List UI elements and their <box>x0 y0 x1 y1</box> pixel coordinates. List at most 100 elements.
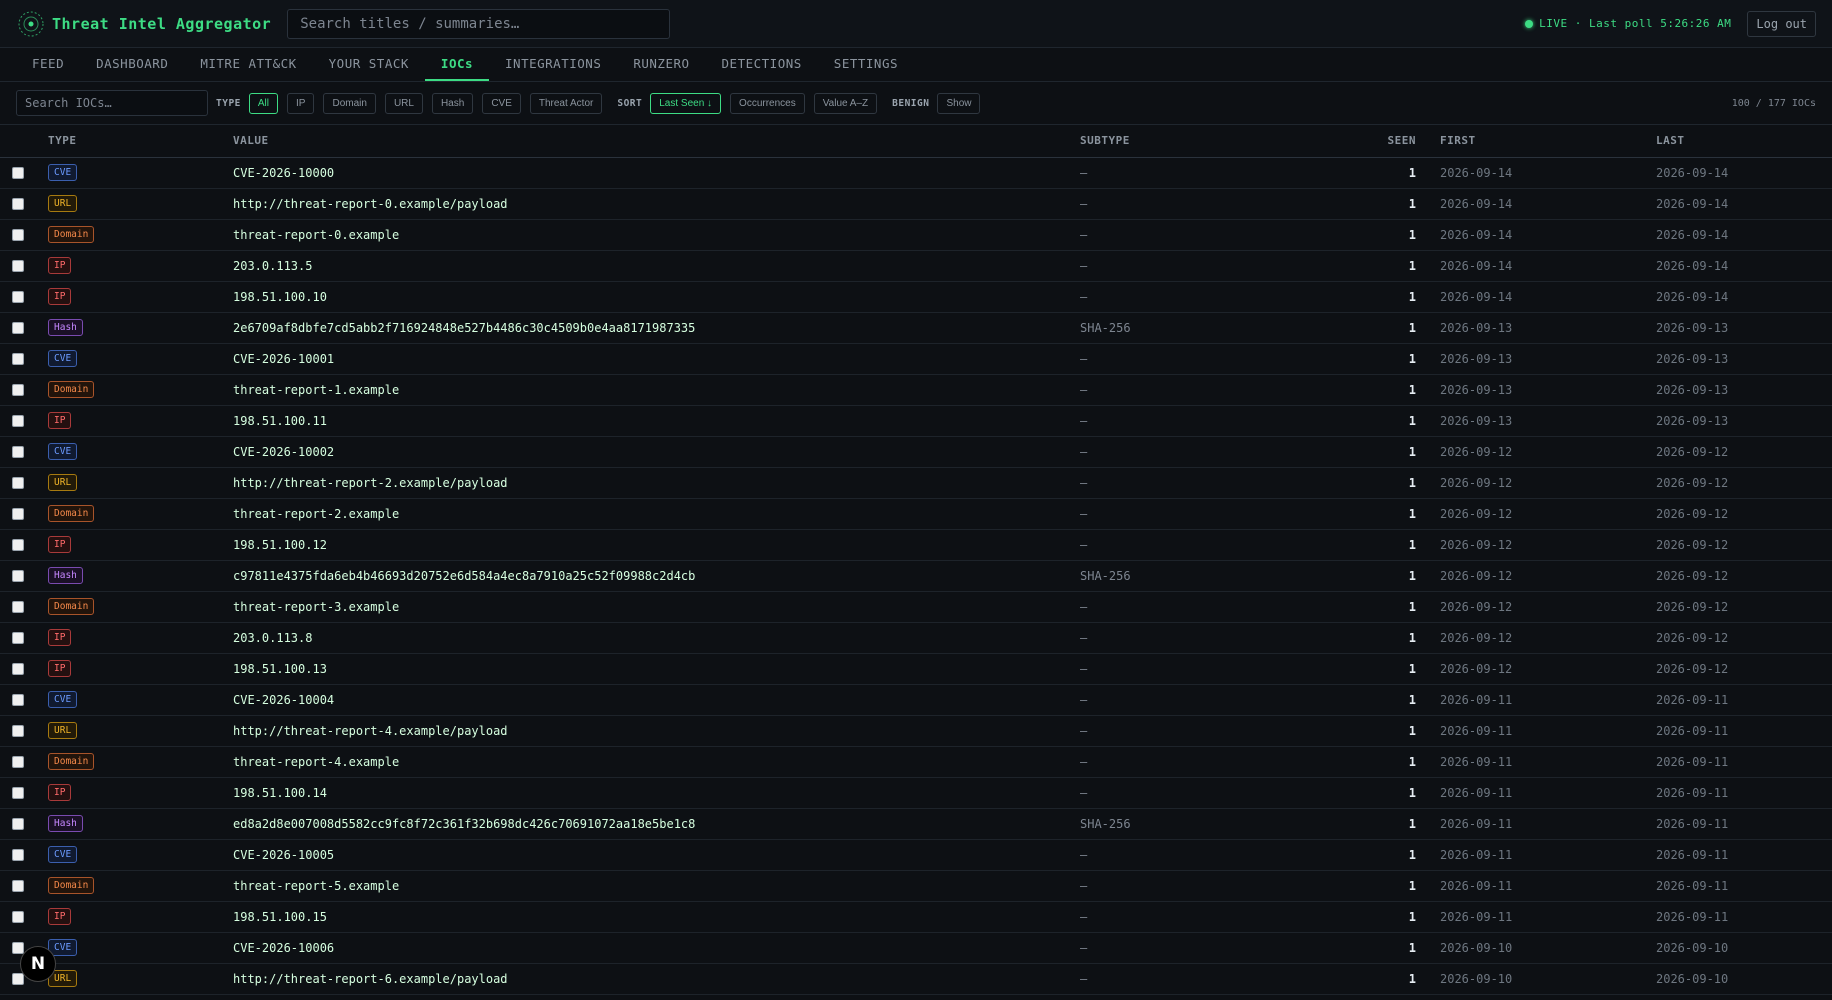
value-cell[interactable]: http://threat-report-6.example/payload <box>233 963 1080 995</box>
value-cell[interactable]: 198.51.100.13 <box>233 653 1080 685</box>
value-cell[interactable]: CVE-2026-10002 <box>233 436 1080 468</box>
sort-option-occurrences[interactable]: Occurrences <box>730 92 805 114</box>
table-row[interactable]: IP 198.51.100.10—1 2026-09-14 2026-09-14 <box>0 281 1832 313</box>
type-filter-all[interactable]: All <box>248 92 279 114</box>
table-row[interactable]: IP 203.0.113.8—1 2026-09-12 2026-09-12 <box>0 622 1832 654</box>
table-row[interactable]: CVE CVE-2026-10004—1 2026-09-11 2026-09-11 <box>0 684 1832 716</box>
table-row[interactable]: URL http://threat-report-4.example/payloa… <box>0 715 1832 747</box>
row-select-checkbox[interactable] <box>12 477 24 489</box>
value-cell[interactable]: CVE-2026-10005 <box>233 839 1080 871</box>
row-select-checkbox[interactable] <box>12 756 24 768</box>
table-row[interactable]: Domain threat-report-5.example —1 2026-09-1… <box>0 870 1832 902</box>
tab-detections[interactable]: DETECTIONS <box>706 48 818 81</box>
value-cell[interactable]: http://threat-report-0.example/payload <box>233 188 1080 220</box>
value-cell[interactable]: threat-report-0.example <box>233 219 1080 251</box>
table-row[interactable]: Domain threat-report-3.example —1 2026-09-1… <box>0 591 1832 623</box>
tab-settings[interactable]: SETTINGS <box>818 48 914 81</box>
row-select-checkbox[interactable] <box>12 880 24 892</box>
tab-runzero[interactable]: RUNZERO <box>617 48 705 81</box>
column-header-seen[interactable]: SEEN <box>1310 125 1416 158</box>
value-cell[interactable]: threat-report-5.example <box>233 870 1080 902</box>
table-row[interactable]: URL http://threat-report-2.example/payloa… <box>0 467 1832 499</box>
tab-integrations[interactable]: INTEGRATIONS <box>489 48 617 81</box>
column-header-first[interactable]: FIRST <box>1416 125 1656 158</box>
row-select-checkbox[interactable] <box>12 911 24 923</box>
tab-iocs[interactable]: IOCs <box>424 48 490 81</box>
row-select-checkbox[interactable] <box>12 973 24 985</box>
tab-dashboard[interactable]: DASHBOARD <box>80 48 184 81</box>
sort-option-value-az[interactable]: Value A–Z <box>813 92 878 114</box>
row-select-checkbox[interactable] <box>12 260 24 272</box>
value-cell[interactable]: 2e6709af8dbfe7cd5abb2f716924848e527b4486… <box>233 312 1080 344</box>
value-cell[interactable]: 198.51.100.10 <box>233 281 1080 313</box>
row-select-checkbox[interactable] <box>12 942 24 954</box>
table-row[interactable]: IP 198.51.100.12—1 2026-09-12 2026-09-12 <box>0 529 1832 561</box>
column-header-value[interactable]: VALUE <box>233 125 1080 158</box>
table-row[interactable]: IP 198.51.100.11—1 2026-09-13 2026-09-13 <box>0 405 1832 437</box>
search-titles-input[interactable] <box>287 8 671 39</box>
type-filter-url[interactable]: URL <box>384 92 423 114</box>
table-row[interactable]: IP 198.51.100.13—1 2026-09-12 2026-09-12 <box>0 653 1832 685</box>
value-cell[interactable]: http://threat-report-2.example/payload <box>233 467 1080 499</box>
row-select-checkbox[interactable] <box>12 818 24 830</box>
tab-mitre-att-ck[interactable]: MITRE ATT&CK <box>184 48 312 81</box>
value-cell[interactable]: 198.51.100.15 <box>233 901 1080 933</box>
value-cell[interactable]: threat-report-1.example <box>233 374 1080 406</box>
value-cell[interactable]: CVE-2026-10006 <box>233 932 1080 964</box>
table-row[interactable]: Hash c97811e4375fda6eb4b46693d20752e6d584… <box>0 560 1832 592</box>
value-cell[interactable]: CVE-2026-10001 <box>233 343 1080 375</box>
row-select-checkbox[interactable] <box>12 787 24 799</box>
table-row[interactable]: CVE CVE-2026-10001—1 2026-09-13 2026-09-13 <box>0 343 1832 375</box>
nextjs-dev-indicator-button[interactable]: N <box>20 946 56 982</box>
row-select-checkbox[interactable] <box>12 384 24 396</box>
table-row[interactable]: Domain threat-report-0.example —1 2026-09-1… <box>0 219 1832 251</box>
row-select-checkbox[interactable] <box>12 415 24 427</box>
table-row[interactable]: Domain threat-report-1.example —1 2026-09-1… <box>0 374 1832 406</box>
row-select-checkbox[interactable] <box>12 508 24 520</box>
value-cell[interactable]: 203.0.113.8 <box>233 622 1080 654</box>
row-select-checkbox[interactable] <box>12 229 24 241</box>
table-row[interactable]: IP 198.51.100.15—1 2026-09-11 2026-09-11 <box>0 901 1832 933</box>
ioc-search-input[interactable] <box>16 90 208 116</box>
row-select-checkbox[interactable] <box>12 663 24 675</box>
table-row[interactable]: IP 203.0.113.5—1 2026-09-14 2026-09-14 <box>0 250 1832 282</box>
row-select-checkbox[interactable] <box>12 446 24 458</box>
row-select-checkbox[interactable] <box>12 353 24 365</box>
type-filter-hash[interactable]: Hash <box>431 92 474 114</box>
row-select-checkbox[interactable] <box>12 694 24 706</box>
type-filter-domain[interactable]: Domain <box>323 92 376 114</box>
value-cell[interactable]: 198.51.100.11 <box>233 405 1080 437</box>
table-row[interactable]: Hash ed8a2d8e007008d5582cc9fc8f72c361f32b… <box>0 808 1832 840</box>
table-row[interactable]: URL http://threat-report-0.example/payloa… <box>0 188 1832 220</box>
column-header-last[interactable]: LAST <box>1656 125 1832 158</box>
row-select-checkbox[interactable] <box>12 725 24 737</box>
table-row[interactable]: CVE CVE-2026-10005—1 2026-09-11 2026-09-11 <box>0 839 1832 871</box>
sort-option-last-seen[interactable]: Last Seen ↓ <box>650 92 722 114</box>
value-cell[interactable]: CVE-2026-10004 <box>233 684 1080 716</box>
type-filter-cve[interactable]: CVE <box>482 92 521 114</box>
value-cell[interactable]: 198.51.100.12 <box>233 529 1080 561</box>
benign-show-toggle[interactable]: Show <box>937 92 981 114</box>
row-select-checkbox[interactable] <box>12 322 24 334</box>
row-select-checkbox[interactable] <box>12 198 24 210</box>
row-select-checkbox[interactable] <box>12 601 24 613</box>
type-filter-threat-actor[interactable]: Threat Actor <box>529 92 603 114</box>
value-cell[interactable]: threat-report-2.example <box>233 498 1080 530</box>
row-select-checkbox[interactable] <box>12 849 24 861</box>
value-cell[interactable]: threat-report-3.example <box>233 591 1080 623</box>
row-select-checkbox[interactable] <box>12 632 24 644</box>
table-row[interactable]: Hash 2e6709af8dbfe7cd5abb2f716924848e527b… <box>0 312 1832 344</box>
row-select-checkbox[interactable] <box>12 539 24 551</box>
value-cell[interactable]: http://threat-report-4.example/payload <box>233 715 1080 747</box>
table-row[interactable]: CVE CVE-2026-10002—1 2026-09-12 2026-09-12 <box>0 436 1832 468</box>
tab-your-stack[interactable]: YOUR STACK <box>313 48 425 81</box>
logout-button[interactable]: Log out <box>1747 10 1816 37</box>
row-select-checkbox[interactable] <box>12 570 24 582</box>
table-row[interactable]: Domain threat-report-4.example —1 2026-09-1… <box>0 746 1832 778</box>
table-row[interactable]: CVE CVE-2026-10000—1 2026-09-14 2026-09-14 <box>0 157 1832 189</box>
value-cell[interactable]: c97811e4375fda6eb4b46693d20752e6d584a4ec… <box>233 560 1080 592</box>
table-row[interactable]: Domain threat-report-2.example —1 2026-09-1… <box>0 498 1832 530</box>
table-row[interactable]: IP 198.51.100.14—1 2026-09-11 2026-09-11 <box>0 777 1832 809</box>
table-row[interactable]: URL http://threat-report-6.example/payloa… <box>0 963 1832 995</box>
table-row[interactable]: CVE CVE-2026-10006—1 2026-09-10 2026-09-10 <box>0 932 1832 964</box>
